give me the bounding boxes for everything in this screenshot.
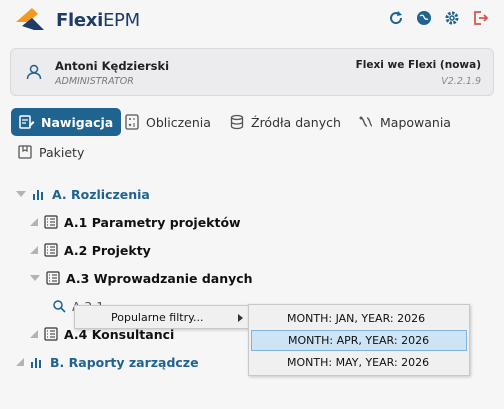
brand-name: FlexiEPM [56, 10, 140, 31]
menu-item-popular-filters[interactable]: Popularne filtry... [111, 311, 204, 324]
collapse-corner-icon[interactable] [16, 358, 24, 366]
collapse-corner-icon[interactable] [30, 246, 38, 254]
gear-icon[interactable] [444, 10, 460, 26]
navigation-icon [19, 115, 35, 129]
tab-mapowania[interactable]: Mapowania [358, 108, 451, 136]
app-version: V2.2.1.9 [441, 76, 481, 87]
collapse-corner-icon[interactable] [30, 330, 38, 338]
database-icon [230, 114, 244, 130]
calculator-icon [125, 114, 139, 130]
context-menu: Popularne filtry... [74, 305, 250, 329]
user-name: Antoni Kędzierski [55, 59, 170, 73]
app-header: FlexiEPM [0, 0, 504, 40]
globe-icon[interactable] [416, 10, 432, 26]
user-role: ADMINISTRATOR [55, 76, 134, 87]
collapse-corner-icon[interactable] [30, 218, 38, 226]
expand-arrow-icon[interactable] [16, 191, 26, 197]
list-icon [44, 327, 58, 341]
bar-chart-icon [31, 358, 41, 368]
tree-node-a1[interactable]: A.1 Parametry projektów [30, 212, 241, 232]
list-icon [44, 215, 58, 229]
bar-chart-icon [33, 190, 43, 200]
submenu-item-may-2026[interactable]: MONTH: MAY, YEAR: 2026 [251, 352, 467, 373]
tab-pakiety[interactable]: Pakiety [17, 138, 84, 166]
tree-node-a[interactable]: A. Rozliczenia [16, 184, 150, 204]
search-icon [53, 300, 66, 313]
tab-obliczenia[interactable]: Obliczenia [124, 108, 211, 136]
flexi-logo-icon [16, 8, 44, 30]
tab-zrodla-danych[interactable]: Źródła danych [229, 108, 341, 136]
tab-nawigacja[interactable]: Nawigacja [11, 108, 122, 136]
popular-filters-submenu: MONTH: JAN, YEAR: 2026 MONTH: APR, YEAR:… [248, 304, 470, 376]
expand-arrow-icon[interactable] [30, 275, 40, 281]
submenu-arrow-icon [238, 314, 243, 322]
mapping-icon [359, 116, 373, 127]
list-icon [44, 243, 58, 257]
tree-node-b[interactable]: B. Raporty zarządcze [16, 352, 199, 372]
organization-name: Flexi we Flexi (nowa) [355, 59, 481, 71]
package-icon [18, 145, 32, 159]
user-card: Antoni Kędzierski ADMINISTRATOR Flexi we… [10, 48, 494, 96]
tree-node-a2[interactable]: A.2 Projekty [30, 240, 151, 260]
tree-node-a3[interactable]: A.3 Wprowadzanie danych [30, 268, 253, 288]
refresh-icon[interactable] [388, 10, 404, 26]
submenu-item-jan-2026[interactable]: MONTH: JAN, YEAR: 2026 [251, 308, 467, 329]
logout-icon[interactable] [472, 10, 488, 26]
list-icon [46, 271, 60, 285]
submenu-item-apr-2026[interactable]: MONTH: APR, YEAR: 2026 [251, 330, 467, 351]
user-icon [26, 64, 42, 80]
